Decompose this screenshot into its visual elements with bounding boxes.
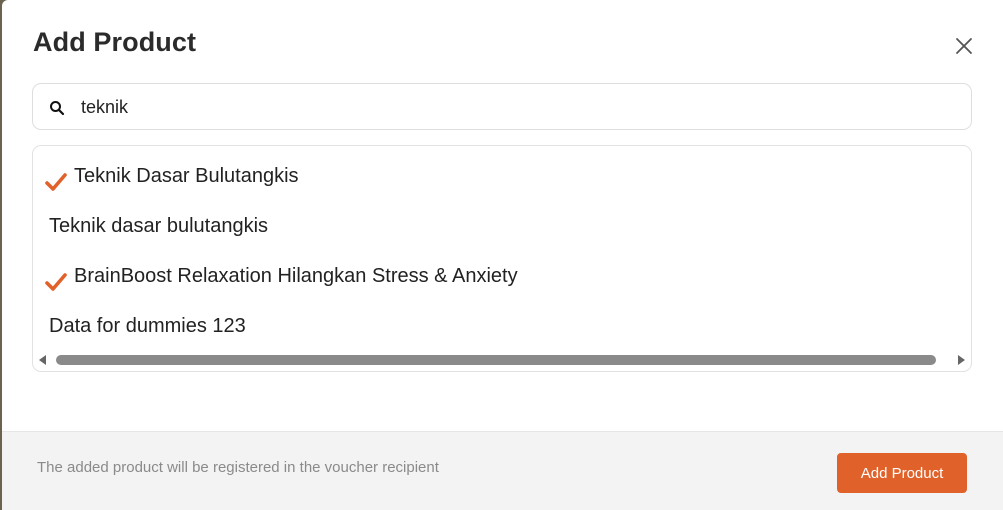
list-item[interactable]: Data for dummies 123 — [33, 306, 971, 346]
search-input[interactable] — [81, 92, 941, 122]
scroll-right-arrow-icon[interactable] — [958, 355, 965, 365]
add-product-button[interactable]: Add Product — [837, 453, 967, 493]
list-item[interactable]: Teknik Dasar Bulutangkis — [33, 156, 971, 196]
product-results-list: Teknik Dasar Bulutangkis Teknik dasar bu… — [32, 145, 972, 372]
list-item[interactable]: Teknik dasar bulutangkis — [33, 206, 971, 246]
check-icon — [45, 266, 67, 291]
footer-note: The added product will be registered in … — [37, 459, 439, 476]
modal-title: Add Product — [33, 27, 197, 57]
search-box — [32, 83, 972, 130]
scroll-left-arrow-icon[interactable] — [39, 355, 46, 365]
add-product-modal: Add Product Teknik Dasar Bulutangkis Tek — [2, 0, 1003, 510]
close-icon[interactable] — [952, 34, 976, 58]
modal-footer: The added product will be registered in … — [2, 431, 1003, 510]
list-item[interactable]: BrainBoost Relaxation Hilangkan Stress &… — [33, 256, 971, 296]
list-item-label: Teknik dasar bulutangkis — [49, 215, 269, 237]
list-item-label: BrainBoost Relaxation Hilangkan Stress &… — [74, 265, 518, 287]
check-icon — [45, 166, 67, 191]
list-item-label: Teknik Dasar Bulutangkis — [74, 165, 299, 187]
scrollbar-thumb[interactable] — [56, 355, 936, 365]
horizontal-scrollbar[interactable] — [33, 351, 971, 369]
list-item-label: Data for dummies 123 — [49, 315, 246, 337]
search-icon — [49, 100, 65, 116]
